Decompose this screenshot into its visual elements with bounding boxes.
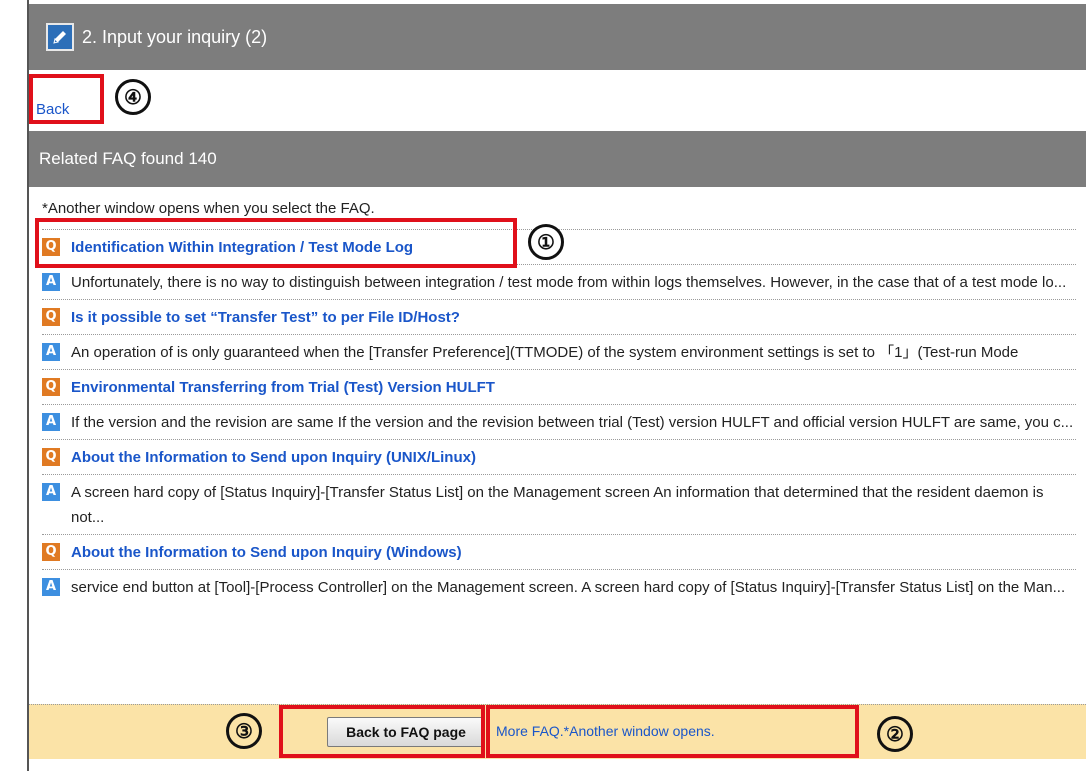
faq-question-link[interactable]: About the Information to Send upon Inqui… — [71, 540, 462, 565]
annotation-number-2: ② — [877, 716, 913, 752]
faq-question-row: Q Environmental Transferring from Trial … — [42, 369, 1076, 404]
faq-list: Q Identification Within Integration / Te… — [42, 229, 1076, 604]
faq-answer-row: A If the version and the revision are sa… — [42, 404, 1076, 439]
faq-answer-row: A A screen hard copy of [Status Inquiry]… — [42, 474, 1076, 534]
faq-answer-row: A service end button at [Tool]-[Process … — [42, 569, 1076, 604]
faq-question-row: Q Is it possible to set “Transfer Test” … — [42, 299, 1076, 334]
answer-badge-icon: A — [42, 578, 60, 596]
faq-question-link[interactable]: Is it possible to set “Transfer Test” to… — [71, 305, 460, 330]
window-note: *Another window opens when you select th… — [42, 200, 375, 217]
faq-answer-row: A An operation of is only guaranteed whe… — [42, 334, 1076, 369]
faq-count-text: Related FAQ found 140 — [39, 149, 217, 168]
faq-answer-text: If the version and the revision are same… — [71, 414, 1074, 431]
annotation-box-2 — [486, 705, 859, 758]
faq-answer-text: Unfortunately, there is no way to distin… — [71, 274, 1067, 291]
faq-answer-row: A Unfortunately, there is no way to dist… — [42, 264, 1076, 299]
answer-badge-icon: A — [42, 483, 60, 501]
annotation-box-4 — [29, 74, 104, 124]
faq-question-row: Q About the Information to Send upon Inq… — [42, 534, 1076, 569]
page-title: 2. Input your inquiry (2) — [82, 26, 268, 47]
faq-answer-text: service end button at [Tool]-[Process Co… — [71, 579, 1066, 596]
annotation-box-3 — [279, 705, 485, 758]
faq-question-link[interactable]: About the Information to Send upon Inqui… — [71, 445, 476, 470]
answer-badge-icon: A — [42, 273, 60, 291]
question-badge-icon: Q — [42, 543, 60, 561]
section-header: 2. Input your inquiry (2) — [29, 4, 1086, 70]
faq-question-link[interactable]: Environmental Transferring from Trial (T… — [71, 375, 495, 400]
question-badge-icon: Q — [42, 308, 60, 326]
annotation-number-3: ③ — [226, 713, 262, 749]
answer-badge-icon: A — [42, 343, 60, 361]
faq-count-header: Related FAQ found 140 — [29, 131, 1086, 187]
pencil-icon — [46, 23, 74, 51]
faq-question-row: Q About the Information to Send upon Inq… — [42, 439, 1076, 474]
question-badge-icon: Q — [42, 378, 60, 396]
annotation-box-1 — [35, 218, 517, 268]
annotation-number-4: ④ — [115, 79, 151, 115]
faq-answer-text: A screen hard copy of [Status Inquiry]-[… — [71, 484, 1044, 526]
answer-badge-icon: A — [42, 413, 60, 431]
faq-answer-text: An operation of is only guaranteed when … — [71, 344, 1019, 361]
question-badge-icon: Q — [42, 448, 60, 466]
annotation-number-1: ① — [528, 224, 564, 260]
footer-bar: Back to FAQ page More FAQ.*Another windo… — [29, 704, 1086, 759]
